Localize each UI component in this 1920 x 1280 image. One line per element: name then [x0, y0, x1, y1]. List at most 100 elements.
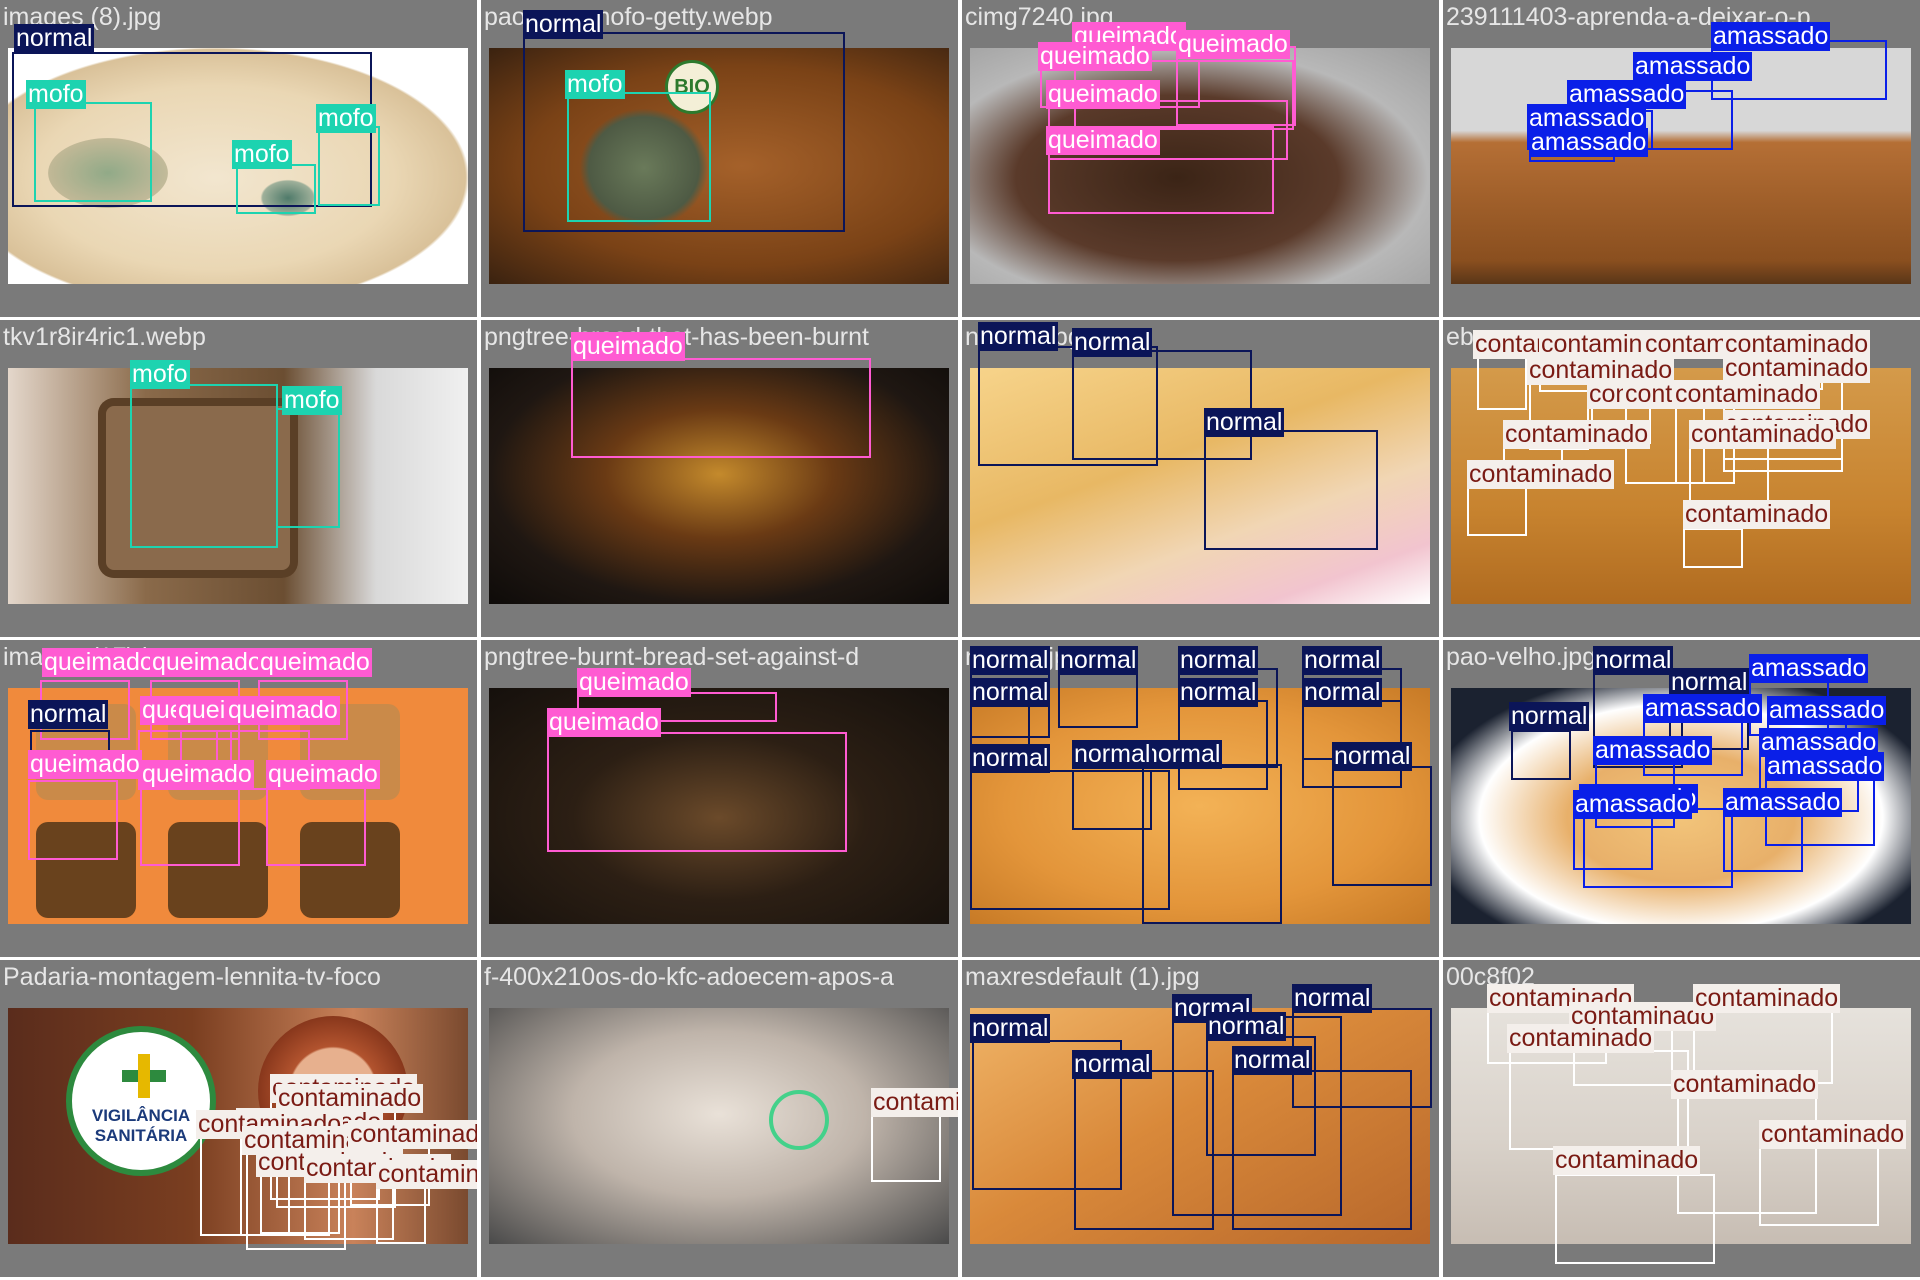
- circle-marker: [769, 1090, 829, 1150]
- bbox-contaminado: [1477, 350, 1527, 410]
- label-normal: normal: [1509, 702, 1590, 731]
- label-normal: normal: [1204, 408, 1285, 437]
- bbox-contaminado: [871, 1112, 941, 1182]
- bbox-mofo: [236, 164, 316, 214]
- label-normal: normal: [523, 10, 604, 39]
- label-normal: normal: [1292, 984, 1373, 1013]
- label-amassado: amassado: [1593, 736, 1713, 765]
- logo-cross-icon: [122, 1054, 166, 1098]
- label-normal: normal: [1058, 646, 1139, 675]
- bbox-contaminado: [376, 1184, 426, 1244]
- label-queimado: queimado: [577, 668, 691, 697]
- label-contaminado: contaminado: [1689, 420, 1837, 449]
- bbox-normal: [1204, 430, 1378, 550]
- label-normal: normal: [970, 646, 1051, 675]
- bbox-normal: [1511, 730, 1571, 780]
- label-normal: normal: [1142, 740, 1223, 769]
- vigilancia-sanitaria-logo: VIGILÂNCIA SANITÁRIA: [66, 1026, 216, 1176]
- label-normal: normal: [14, 24, 95, 53]
- bbox-mofo: [318, 126, 380, 206]
- detection-tile[interactable]: pao-com-mofo-getty.webp BIO normal mofo: [481, 0, 958, 317]
- label-normal: normal: [1178, 678, 1259, 707]
- label-queimado: queimado: [226, 696, 340, 725]
- label-contaminado: contaminado: [348, 1120, 477, 1149]
- tile-filename: eb: [1446, 323, 1474, 351]
- label-normal: normal: [1072, 740, 1153, 769]
- label-contaminado: contaminado: [1553, 1146, 1701, 1175]
- detection-tile[interactable]: cimg7240.jpg queimado queimado queimado quei…: [962, 0, 1439, 317]
- bbox-amassado: [1573, 810, 1653, 870]
- tile-filename: maxresdefault (1).jpg: [965, 963, 1200, 991]
- label-amassado: amassado: [1767, 696, 1887, 725]
- detection-tile[interactable]: Padaria-montagem-lennita-tv-foco VIGILÂNC…: [0, 960, 477, 1277]
- label-normal: normal: [1206, 1012, 1287, 1041]
- bbox-queimado: [266, 786, 366, 866]
- label-normal: normal: [1302, 678, 1383, 707]
- label-queimado: queimado: [266, 760, 380, 789]
- label-normal: normal: [1332, 742, 1413, 771]
- label-queimado: queimado: [1176, 30, 1290, 59]
- bbox-queimado: [28, 780, 118, 860]
- label-normal: normal: [28, 700, 109, 729]
- bbox-amassado: [1723, 812, 1803, 872]
- bbox-queimado: [571, 358, 871, 458]
- detection-tile[interactable]: 239111403-aprenda-a-deixar-o-p amassado am…: [1443, 0, 1920, 317]
- bbox-mofo: [34, 102, 152, 202]
- tile-filename: f-400x210os-do-kfc-adoecem-apos-a: [484, 963, 894, 991]
- label-queimado: queimado: [28, 750, 142, 779]
- detection-tile[interactable]: normal.jpgnormalnormalnormalnormalnormal…: [962, 640, 1439, 957]
- label-contaminado: contaminado: [1467, 460, 1615, 489]
- bbox-contaminado: [1555, 1174, 1715, 1264]
- bbox-queimado: [140, 786, 240, 866]
- label-normal: normal: [978, 322, 1059, 351]
- detection-tile[interactable]: tkv1r8ir4ric1.webp mofo mofo: [0, 320, 477, 637]
- detection-tile[interactable]: eb contaminado contaminado contaminado conta…: [1443, 320, 1920, 637]
- label-amassado: amassado: [1749, 654, 1869, 683]
- label-amassado: amassado: [1723, 788, 1843, 817]
- detection-tile[interactable]: maxresdefault (1).jpg normal normal normal n…: [962, 960, 1439, 1277]
- label-mofo: mofo: [232, 140, 292, 169]
- label-queimado: queimado: [571, 332, 685, 361]
- detection-tile[interactable]: pngtree-burnt-bread-set-against-d queimad…: [481, 640, 958, 957]
- label-contaminado: contaminado: [1673, 380, 1821, 409]
- label-amassado: amassado: [1633, 52, 1753, 81]
- logo-line2: SANITÁRIA: [94, 1126, 188, 1145]
- detection-tile[interactable]: normal.jpgnormalnormalnormal: [962, 320, 1439, 637]
- detection-grid: images (8).jpg normal mofo mofo mofo pao-com-…: [0, 0, 1920, 1280]
- label-contaminado: contaminado: [1683, 500, 1831, 529]
- label-queimado: queimado: [1038, 42, 1152, 71]
- bbox-contaminado: [1689, 444, 1769, 504]
- label-mofo: mofo: [26, 80, 86, 109]
- label-queimado: queimado: [42, 648, 156, 677]
- label-queimado: queimado: [1046, 126, 1160, 155]
- label-amassado: amassado: [1529, 128, 1649, 157]
- label-contaminado: contaminado: [1507, 1024, 1655, 1053]
- label-contaminado: contaminado: [376, 1160, 477, 1189]
- detection-tile[interactable]: f-400x210os-do-kfc-adoecem-apos-a contami…: [481, 960, 958, 1277]
- label-contaminado: contaminado: [1759, 1120, 1907, 1149]
- detection-tile[interactable]: pao-velho.jpg normal normal amassado normal a…: [1443, 640, 1920, 957]
- bbox-contaminado: [1509, 1050, 1689, 1150]
- detection-tile[interactable]: pngtree-bread-that-has-been-burntqueimad…: [481, 320, 958, 637]
- detection-tile[interactable]: images (8).jpg normal mofo mofo mofo: [0, 0, 477, 317]
- label-normal: normal: [970, 744, 1051, 773]
- bbox-contaminado: [1467, 486, 1527, 536]
- detection-tile[interactable]: 00c8f02 contaminado contaminado contaminado…: [1443, 960, 1920, 1277]
- label-amassado: amassado: [1643, 694, 1763, 723]
- label-amassado: amassado: [1711, 22, 1831, 51]
- label-queimado: queimado: [140, 760, 254, 789]
- label-contaminado: contaminado: [871, 1088, 958, 1117]
- detection-tile[interactable]: images (17).jpgqueimadoqueimadoqueimadon…: [0, 640, 477, 957]
- label-queimado: queimado: [547, 708, 661, 737]
- bbox-normal: [1332, 766, 1432, 886]
- label-normal: normal: [1232, 1046, 1313, 1075]
- bbox-contaminado: [1683, 528, 1743, 568]
- tile-filename: Padaria-montagem-lennita-tv-foco: [3, 963, 381, 991]
- label-normal: normal: [1178, 646, 1259, 675]
- label-normal: normal: [1669, 668, 1750, 697]
- bbox-mofo: [130, 384, 278, 548]
- label-mofo: mofo: [316, 104, 376, 133]
- label-contaminado: contaminado: [1693, 984, 1841, 1013]
- bbox-normal: [1142, 764, 1282, 924]
- label-normal: normal: [970, 678, 1051, 707]
